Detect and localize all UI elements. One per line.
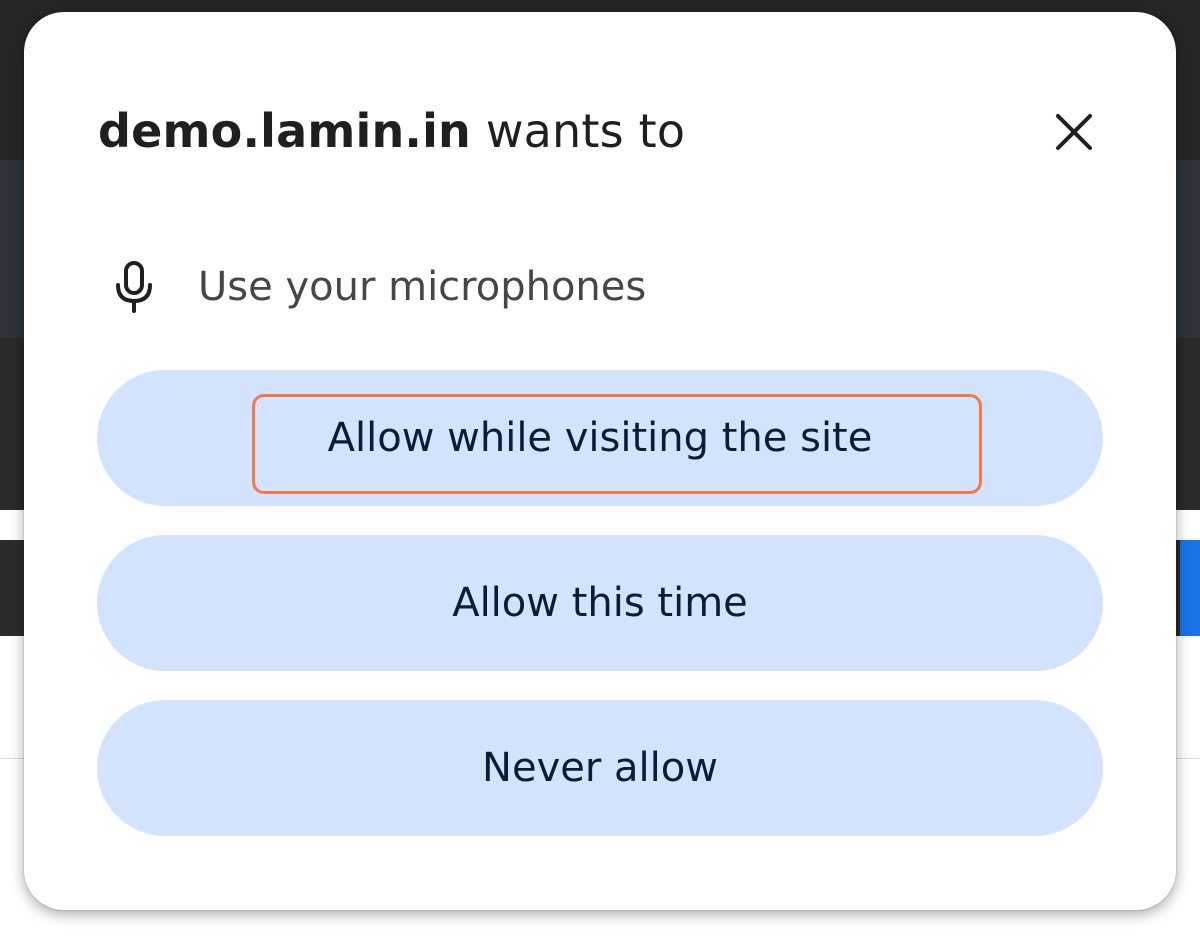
allow-this-time-label: Allow this time xyxy=(452,580,748,626)
dialog-title: demo.lamin.in wants to xyxy=(98,104,685,158)
permission-dialog: demo.lamin.in wants to Use your micropho… xyxy=(24,12,1176,910)
permission-row: Use your microphones xyxy=(106,252,646,322)
never-allow-label: Never allow xyxy=(482,745,718,791)
site-origin: demo.lamin.in xyxy=(98,104,471,158)
close-button[interactable] xyxy=(1042,100,1106,164)
permission-label: Use your microphones xyxy=(198,264,647,310)
allow-this-time-button[interactable]: Allow this time xyxy=(97,535,1103,671)
allow-while-visiting-button[interactable]: Allow while visiting the site xyxy=(97,370,1103,506)
allow-while-visiting-label: Allow while visiting the site xyxy=(327,415,873,461)
title-suffix: wants to xyxy=(485,104,686,158)
close-icon xyxy=(1056,114,1092,150)
never-allow-button[interactable]: Never allow xyxy=(97,700,1103,836)
background-blue-edge xyxy=(1180,540,1200,636)
microphone-icon xyxy=(106,257,162,317)
